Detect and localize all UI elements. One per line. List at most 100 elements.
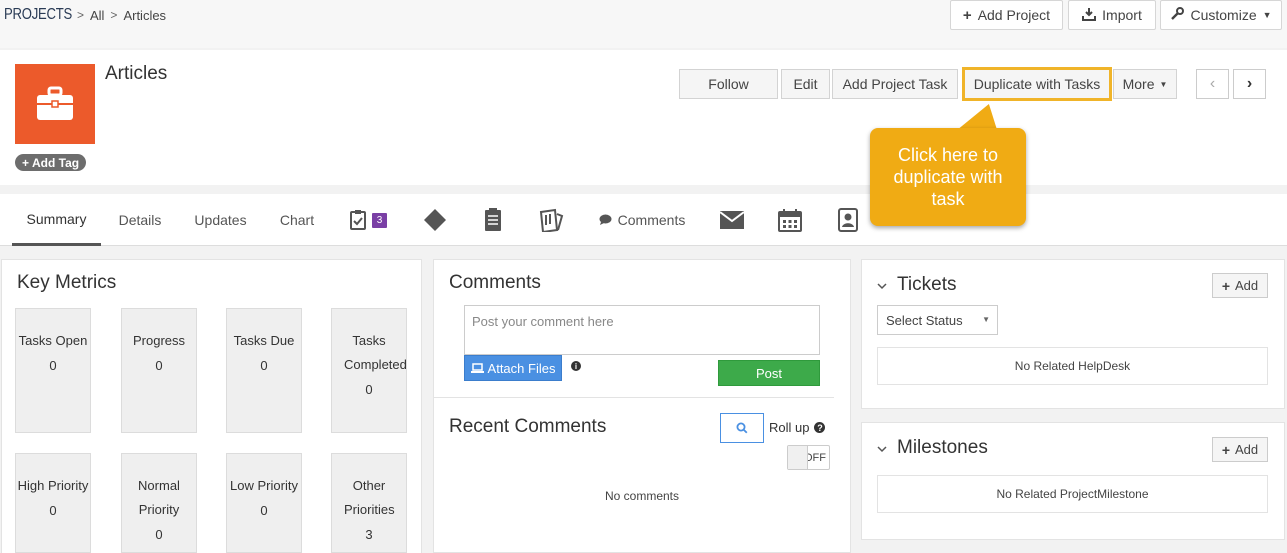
milestones-add-label: Add: [1235, 442, 1259, 457]
laptop-icon: [470, 361, 484, 376]
metric-normal-priority: Normal Priority 0: [121, 453, 197, 553]
tab-calendar[interactable]: [772, 194, 808, 246]
document-icon: [485, 208, 501, 231]
info-icon[interactable]: i: [571, 361, 581, 371]
metric-progress: Progress 0: [121, 308, 197, 433]
metric-label: Tasks Completed: [344, 333, 407, 372]
duplicate-callout: Click here to duplicate with task: [870, 128, 1026, 226]
tab-comments-label: Comments: [617, 212, 686, 228]
search-icon: [736, 422, 748, 434]
tab-notes[interactable]: [476, 194, 510, 246]
customize-label: Customize: [1190, 7, 1257, 23]
roll-up-label: Roll up: [769, 420, 810, 435]
milestones-add-button[interactable]: + Add: [1212, 437, 1268, 462]
tab-emails[interactable]: [714, 194, 750, 246]
clipboard-check-icon: [349, 210, 366, 230]
metric-value: 3: [365, 527, 373, 542]
metric-label: Tasks Due: [233, 333, 295, 348]
envelope-icon: [720, 211, 744, 229]
metric-value: 0: [49, 503, 57, 518]
plus-icon: +: [1221, 277, 1231, 294]
breadcrumb-projects[interactable]: PROJECTS: [4, 6, 72, 24]
top-bar: PROJECTS > All > Articles + Add Project …: [0, 0, 1287, 48]
chevron-right-icon: >: [110, 8, 118, 22]
customize-button[interactable]: Customize ▼: [1160, 0, 1282, 30]
tab-tickets[interactable]: [532, 194, 570, 246]
metric-value: 0: [155, 358, 163, 373]
import-label: Import: [1102, 7, 1142, 23]
metric-tasks-completed: Tasks Completed 0: [331, 308, 407, 433]
select-status-value: Select Status: [886, 312, 963, 328]
metric-label: High Priority: [17, 478, 89, 493]
caret-down-icon: ▼: [982, 315, 990, 324]
question-circle-icon[interactable]: ?: [814, 422, 826, 433]
attach-files-button[interactable]: Attach Files: [464, 355, 562, 381]
chevron-left-icon: ‹: [1209, 75, 1216, 92]
attach-files-label: Attach Files: [487, 360, 556, 376]
metric-value: 0: [365, 382, 373, 397]
ticket-icon: [539, 208, 564, 232]
comments-title: Comments: [449, 272, 541, 293]
download-icon: [1082, 7, 1097, 24]
metric-value: 0: [49, 358, 57, 373]
roll-up-label-group: Roll up ?: [769, 420, 826, 435]
plus-icon: +: [1221, 441, 1231, 458]
wrench-icon: [1170, 6, 1185, 24]
follow-button[interactable]: Follow: [679, 69, 778, 99]
previous-button[interactable]: ‹: [1196, 69, 1229, 99]
tab-milestones[interactable]: [418, 194, 452, 246]
next-button[interactable]: ›: [1233, 69, 1266, 99]
breadcrumb: PROJECTS > All > Articles: [4, 6, 166, 24]
tab-bar: Summary Details Updates Chart 3 Comments: [0, 194, 1287, 246]
plus-icon: +: [962, 6, 972, 24]
briefcase-icon: [37, 86, 73, 120]
edit-button[interactable]: Edit: [781, 69, 830, 99]
select-status-dropdown[interactable]: Select Status ▼: [877, 305, 998, 335]
breadcrumb-all[interactable]: All: [90, 8, 104, 23]
metric-value: 0: [260, 503, 268, 518]
breadcrumb-articles: Articles: [123, 7, 167, 23]
project-header: Articles + Add Tag Follow Edit Add Proje…: [0, 50, 1287, 185]
search-comments-button[interactable]: [720, 413, 764, 443]
tab-chart[interactable]: Chart: [270, 194, 324, 246]
project-title: Articles: [105, 63, 168, 84]
tickets-title: Tickets: [897, 274, 957, 295]
metric-high-priority: High Priority 0: [15, 453, 91, 553]
milestones-header[interactable]: Milestones: [877, 437, 988, 459]
post-button[interactable]: Post: [718, 360, 820, 386]
chevron-right-icon: ›: [1246, 75, 1253, 92]
caret-down-icon: ▼: [1159, 79, 1168, 89]
add-project-label: Add Project: [977, 7, 1051, 23]
tab-comments[interactable]: Comments: [592, 194, 692, 246]
project-logo: [15, 64, 95, 144]
metric-other-priorities: Other Priorities 3: [331, 453, 407, 553]
milestones-empty-state: No Related ProjectMilestone: [877, 475, 1268, 513]
metric-low-priority: Low Priority 0: [226, 453, 302, 553]
tickets-add-button[interactable]: + Add: [1212, 273, 1268, 298]
tab-summary[interactable]: Summary: [12, 194, 101, 246]
tab-contacts[interactable]: [830, 194, 866, 246]
chevron-down-icon: [877, 278, 887, 293]
duplicate-with-tasks-button[interactable]: Duplicate with Tasks: [962, 67, 1112, 101]
recent-comments-title: Recent Comments: [449, 416, 607, 437]
tab-tasks[interactable]: 3: [340, 194, 396, 246]
add-tag-button[interactable]: + Add Tag: [15, 154, 87, 171]
more-button[interactable]: More ▼: [1113, 69, 1177, 99]
plus-icon: +: [22, 155, 30, 170]
tab-updates[interactable]: Updates: [184, 194, 257, 246]
comment-input[interactable]: Post your comment here: [464, 305, 820, 355]
add-project-task-button[interactable]: Add Project Task: [832, 69, 958, 99]
metric-label: Other Priorities: [344, 478, 395, 517]
comment-icon: [599, 212, 612, 228]
roll-up-toggle[interactable]: OFF: [787, 445, 830, 470]
tab-details[interactable]: Details: [108, 194, 172, 246]
add-project-button[interactable]: + Add Project: [950, 0, 1063, 30]
calendar-icon: [778, 209, 802, 232]
chevron-right-icon: >: [76, 8, 84, 22]
more-label: More: [1122, 76, 1155, 92]
comments-panel: Comments Recent Comments No comments Rol…: [433, 259, 851, 553]
metric-value: 0: [155, 527, 163, 542]
tickets-empty-state: No Related HelpDesk: [877, 347, 1268, 385]
tickets-header[interactable]: Tickets: [877, 274, 956, 296]
import-button[interactable]: Import: [1068, 0, 1156, 30]
